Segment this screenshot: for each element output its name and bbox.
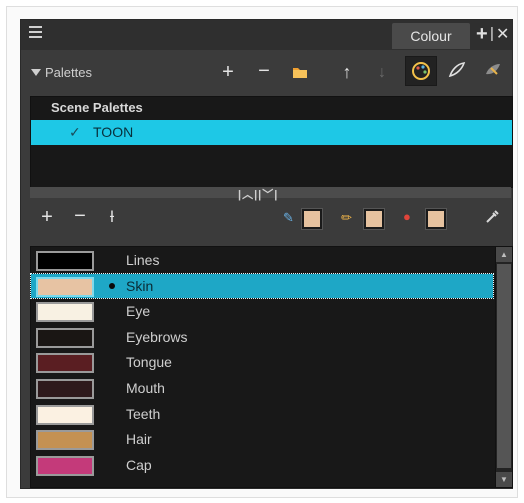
eyedropper-button[interactable]	[481, 209, 503, 229]
move-palette-down-button: ↓	[378, 64, 386, 81]
add-tab-icon[interactable]: +	[476, 23, 488, 46]
tab-colour[interactable]: Colour	[392, 23, 470, 49]
scroll-up-arrow-icon[interactable]: ▲	[496, 247, 512, 262]
colour-swatch[interactable]	[36, 251, 94, 271]
stroke-mode-button[interactable]	[446, 60, 468, 84]
palette-toolbar: Palettes + − ↑ ↓	[21, 58, 512, 88]
colour-name: Tongue	[126, 354, 172, 370]
palettes-toggle[interactable]: Palettes	[31, 65, 92, 80]
move-palette-up-button[interactable]: ↑	[336, 62, 358, 82]
import-palette-button[interactable]	[289, 63, 311, 83]
palettes-label: Palettes	[45, 65, 92, 80]
colour-row[interactable]: Skin	[30, 273, 494, 299]
colour-swatch[interactable]	[36, 456, 94, 476]
palette-label: TOON	[93, 124, 134, 140]
colour-row[interactable]: Eye	[31, 299, 493, 323]
add-palette-button[interactable]: +	[217, 62, 239, 82]
scrollbar-thumb[interactable]	[497, 264, 511, 468]
colour-swatch[interactable]	[36, 353, 94, 373]
paint-mode-button-active[interactable]	[405, 56, 437, 86]
colour-row[interactable]: Teeth	[31, 402, 493, 426]
view-titlebar: Colour + | ✕	[21, 20, 512, 50]
palette-list: Scene Palettes ✓ TOON	[30, 96, 513, 188]
colour-list-scrollbar[interactable]: ▲ ▼	[495, 247, 512, 487]
check-icon[interactable]: ✓	[69, 124, 81, 141]
colour-row[interactable]: Eyebrows	[31, 325, 493, 349]
texture-icon	[486, 64, 500, 75]
colour-name: Hair	[126, 431, 152, 447]
colour-swatch[interactable]	[36, 430, 94, 450]
colour-row[interactable]: Cap	[31, 453, 493, 477]
collapse-triangle-icon	[31, 69, 41, 76]
colour-swatch[interactable]	[36, 405, 94, 425]
remove-colour-button[interactable]: −	[69, 206, 91, 226]
colour-swatch[interactable]	[36, 302, 94, 322]
colour-name: Eye	[126, 303, 151, 319]
colour-swatch[interactable]	[36, 328, 94, 348]
colour-row[interactable]: Hair	[31, 427, 493, 451]
paint-current-swatch[interactable]	[425, 208, 447, 230]
close-icon[interactable]: ✕	[496, 24, 509, 44]
brush-current-swatch[interactable]	[301, 208, 323, 230]
pencil-colour-icon: ✏	[341, 210, 352, 225]
colour-row[interactable]: Lines	[31, 248, 493, 272]
palette-row-toon[interactable]: ✓ TOON	[31, 120, 512, 145]
eyedropper-icon	[486, 210, 499, 223]
splitter-arrows-icon[interactable]: |︿||﹀|	[238, 186, 278, 202]
add-colour-button[interactable]: +	[36, 207, 58, 227]
scene-palettes-header: Scene Palettes	[51, 100, 143, 115]
texture-mode-button[interactable]	[482, 60, 504, 84]
pencil-current-swatch[interactable]	[363, 208, 385, 230]
colour-swatch[interactable]	[36, 379, 94, 399]
remove-palette-button[interactable]: −	[253, 61, 275, 81]
scroll-down-arrow-icon[interactable]: ▼	[496, 472, 512, 487]
colour-view-panel: Colour + | ✕ Palettes + − ↑ ↓ Scene Pale…	[20, 19, 513, 489]
splitter-bar[interactable]: |︿||﹀|	[30, 187, 511, 201]
colour-swatch[interactable]	[36, 277, 94, 297]
colour-row[interactable]: Mouth	[31, 376, 493, 400]
colour-name: Skin	[126, 278, 154, 294]
folder-icon	[293, 68, 307, 78]
paint-palette-icon	[412, 62, 430, 80]
colour-toolbar: + − Ɨ ✎ ✏ ●	[21, 204, 512, 234]
add-texture-button[interactable]: Ɨ	[101, 208, 123, 228]
hamburger-icon[interactable]	[29, 26, 45, 42]
current-colour-bullet	[109, 283, 115, 289]
paint-bucket-icon: ●	[403, 209, 411, 224]
colour-name: Mouth	[126, 380, 165, 396]
colour-name: Lines	[126, 252, 160, 268]
brush-icon	[448, 62, 466, 78]
brush-colour-icon: ✎	[283, 210, 294, 225]
colour-name: Cap	[126, 457, 152, 473]
colour-name: Teeth	[126, 406, 161, 422]
colour-list: Lines Skin Eye Eyebrows Tongue Mouth Teeth Hair…	[30, 246, 513, 488]
colour-row[interactable]: Tongue	[31, 350, 493, 374]
tab-separator: |	[490, 25, 494, 42]
colour-name: Eyebrows	[126, 329, 188, 345]
